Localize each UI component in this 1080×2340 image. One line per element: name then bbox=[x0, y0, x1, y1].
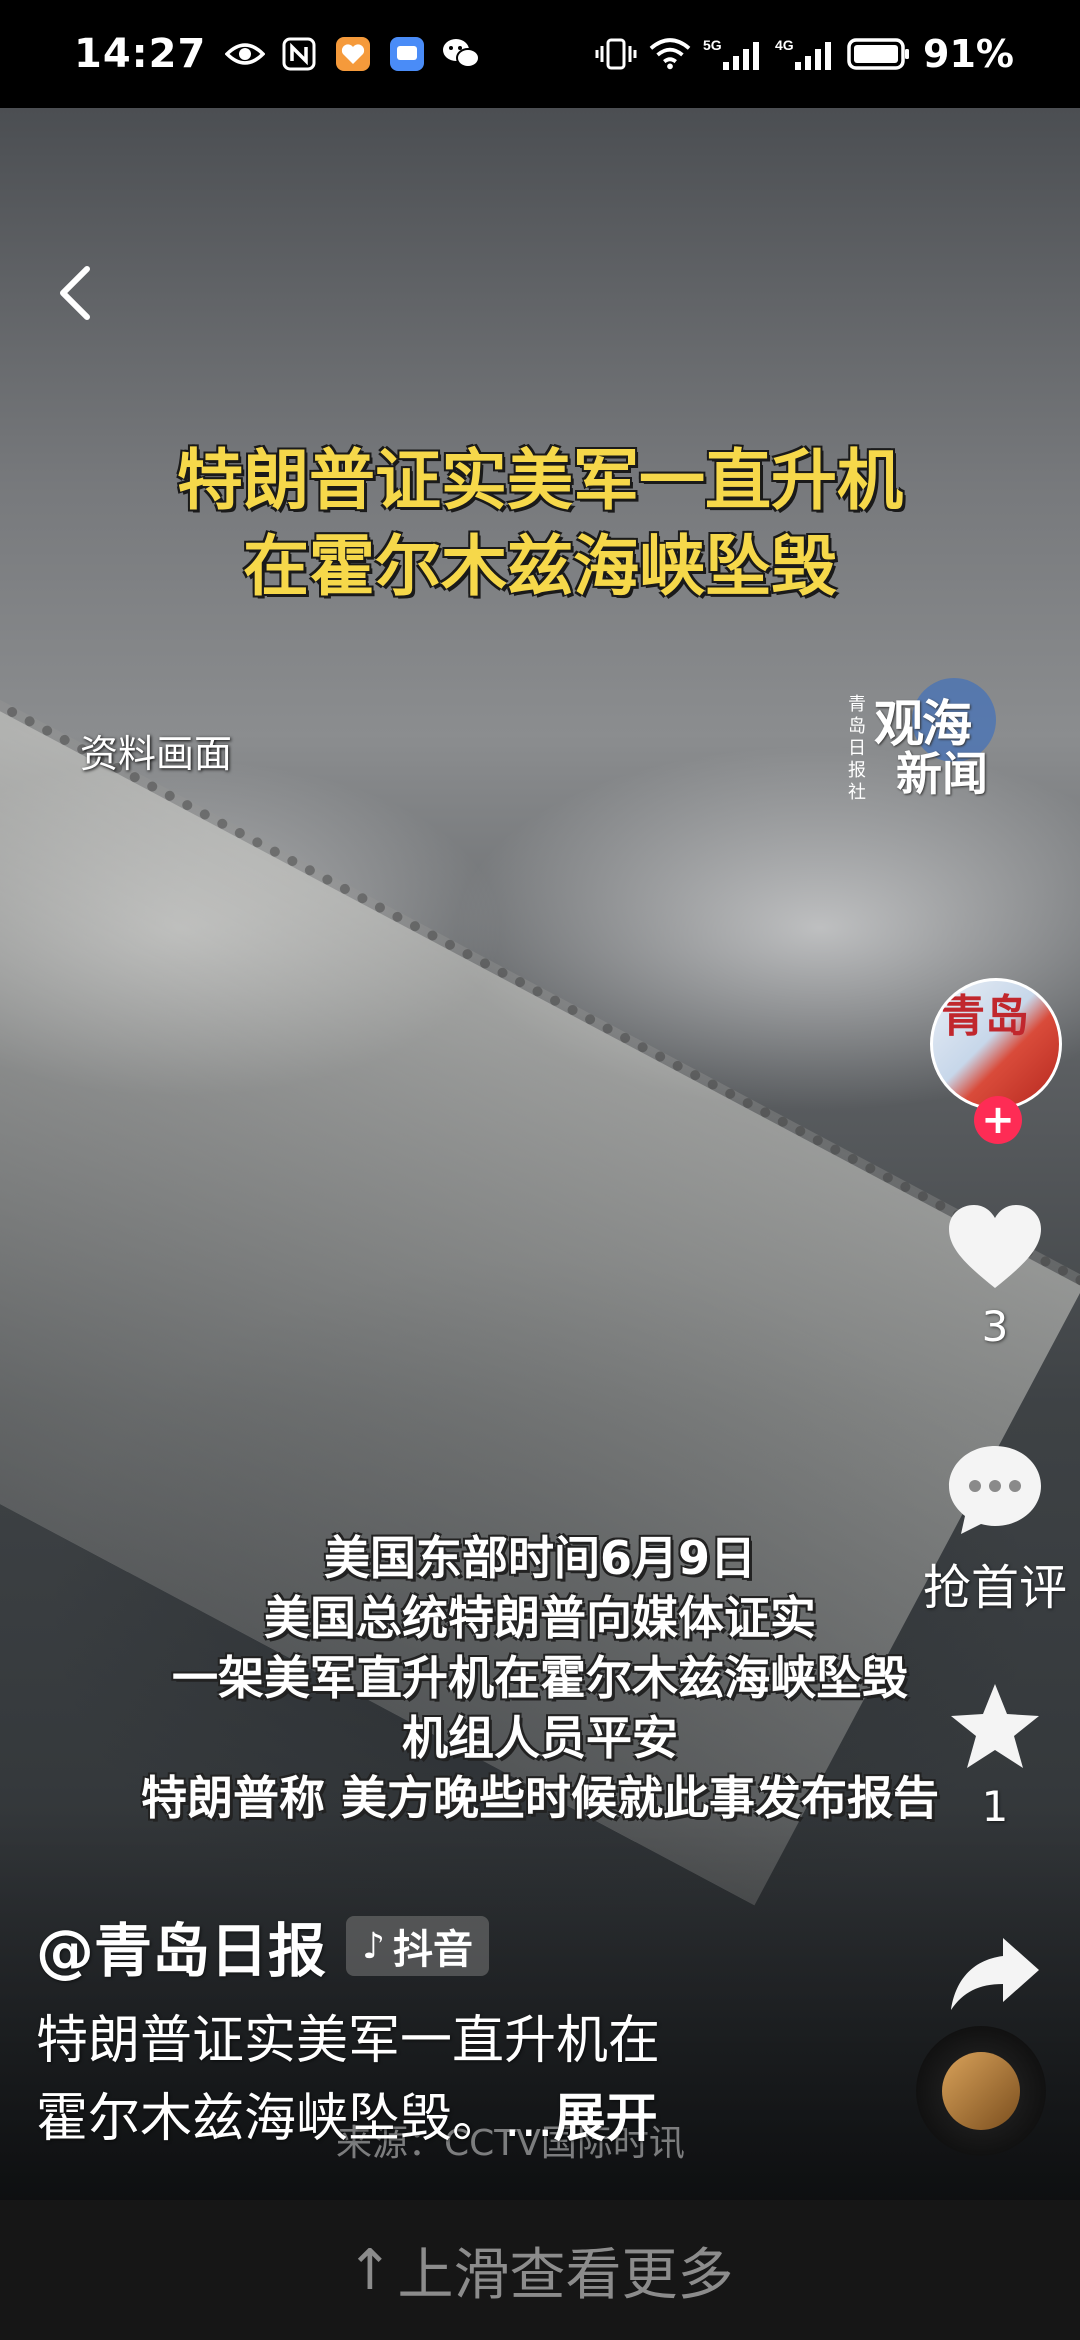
wifi-icon bbox=[649, 33, 691, 75]
music-disc-cover bbox=[942, 2052, 1020, 2130]
watermark-sub-text: 新闻 bbox=[896, 747, 988, 801]
platform-tag: ♪ 抖音 bbox=[346, 1916, 489, 1976]
post-description: 特朗普证实美军一直升机在 霍尔木兹海峡坠毁。...展开 bbox=[36, 2002, 816, 2158]
swipe-up-text: 上滑查看更多 bbox=[397, 2242, 734, 2308]
nfc-icon bbox=[278, 33, 320, 75]
svg-text:5G: 5G bbox=[703, 37, 722, 53]
signal-4g-icon: 4G bbox=[775, 33, 835, 75]
status-bar: 14:27 5G 4G 91% bbox=[0, 0, 1080, 108]
description-line: 霍尔木兹海峡坠毁。...展开 bbox=[36, 2080, 816, 2158]
video-player[interactable]: 特朗普证实美军一直升机 在霍尔木兹海峡坠毁 资料画面 青岛日报社 观海 新闻 美… bbox=[0, 108, 1080, 2200]
status-notification-icons bbox=[224, 33, 482, 75]
comment-icon bbox=[949, 1446, 1041, 1534]
music-disc-icon[interactable] bbox=[916, 2026, 1046, 2156]
author-row: @青岛日报 ♪ 抖音 bbox=[36, 1904, 489, 1988]
author-name[interactable]: @青岛日报 bbox=[36, 1904, 326, 1988]
video-title-line: 特朗普证实美军一直升机 bbox=[177, 442, 903, 519]
video-title-line: 在霍尔木兹海峡坠毁 bbox=[243, 528, 837, 605]
battery-percent: 91% bbox=[923, 32, 1014, 76]
description-line-text: 霍尔木兹海峡坠毁。... bbox=[36, 2089, 554, 2149]
expand-button[interactable]: 展开 bbox=[554, 2089, 658, 2149]
swipe-up-bar[interactable]: ↑ 上滑查看更多 bbox=[0, 2200, 1080, 2340]
swipe-up-hint: ↑ 上滑查看更多 bbox=[347, 2230, 734, 2311]
battery-icon bbox=[847, 33, 911, 75]
share-icon bbox=[951, 1938, 1039, 2010]
wechat-icon bbox=[440, 33, 482, 75]
guanhai-news-watermark: 青岛日报社 观海 新闻 bbox=[846, 678, 1006, 808]
comment-label: 抢首评 bbox=[922, 1560, 1067, 1616]
star-icon bbox=[951, 1684, 1039, 1768]
avatar-text: 青岛 bbox=[941, 991, 1029, 1042]
like-count: 3 bbox=[981, 1302, 1009, 1351]
svg-text:4G: 4G bbox=[775, 37, 794, 53]
up-arrow-icon: ↑ bbox=[346, 2237, 394, 2303]
signal-5g-icon: 5G bbox=[703, 33, 763, 75]
status-system-icons: 5G 4G 91% bbox=[595, 32, 1014, 76]
music-note-icon: ♪ bbox=[362, 1925, 385, 1967]
back-button[interactable] bbox=[40, 258, 110, 328]
heart-icon bbox=[949, 1205, 1041, 1288]
app-icon-blue bbox=[386, 33, 428, 75]
favorite-count: 1 bbox=[981, 1782, 1009, 1831]
description-line: 特朗普证实美军一直升机在 bbox=[36, 2011, 661, 2071]
vibrate-icon bbox=[595, 33, 637, 75]
author-avatar[interactable]: 青岛 bbox=[930, 978, 1062, 1110]
archive-footage-label: 资料画面 bbox=[80, 732, 233, 776]
like-button[interactable]: 3 bbox=[910, 1202, 1080, 1351]
eye-icon bbox=[224, 33, 266, 75]
back-arrow-icon bbox=[60, 266, 90, 320]
follow-button[interactable]: + bbox=[974, 1096, 1022, 1144]
status-time: 14:27 bbox=[74, 31, 207, 77]
video-title: 特朗普证实美军一直升机 在霍尔木兹海峡坠毁 bbox=[0, 438, 1080, 610]
watermark-vertical-text: 青岛日报社 bbox=[848, 694, 866, 803]
comment-button[interactable]: 抢首评 bbox=[910, 1442, 1080, 1618]
platform-name: 抖音 bbox=[393, 1927, 473, 1973]
app-icon-orange bbox=[332, 33, 374, 75]
favorite-button[interactable]: 1 bbox=[910, 1680, 1080, 1831]
